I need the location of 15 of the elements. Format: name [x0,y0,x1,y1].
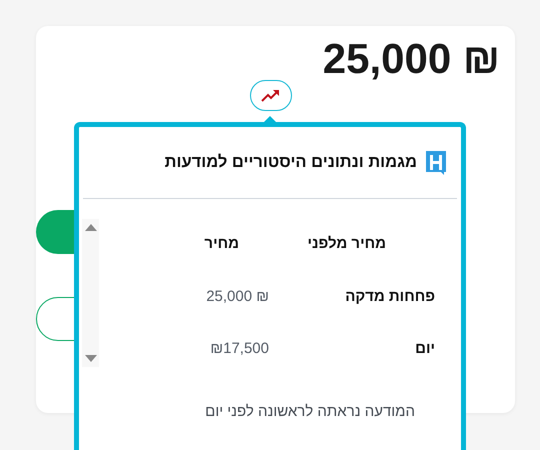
column-header: מחיר [204,234,240,254]
table-cell-text: פחחות מדקה [345,286,436,306]
table-cell-text: יום [415,339,436,359]
price: 25,000 ₪ [322,38,500,80]
scrollbar[interactable] [82,219,99,367]
scroll-up-icon[interactable] [84,224,96,231]
note-text: המודעה נראתה לראשונה לפני יום [204,402,416,422]
trend-up-icon [261,88,281,102]
logo-icon [425,150,447,176]
popover-title: מגמות ונתונים היסטוריים למודעות [164,152,417,174]
table-cell-text: ₪17,500 [210,339,270,359]
trend-button[interactable] [250,80,292,111]
column-header: מחיר מלפני [307,234,387,254]
scroll-down-icon[interactable] [84,355,96,362]
table-cell-text: 25,000 ₪ [206,286,270,306]
